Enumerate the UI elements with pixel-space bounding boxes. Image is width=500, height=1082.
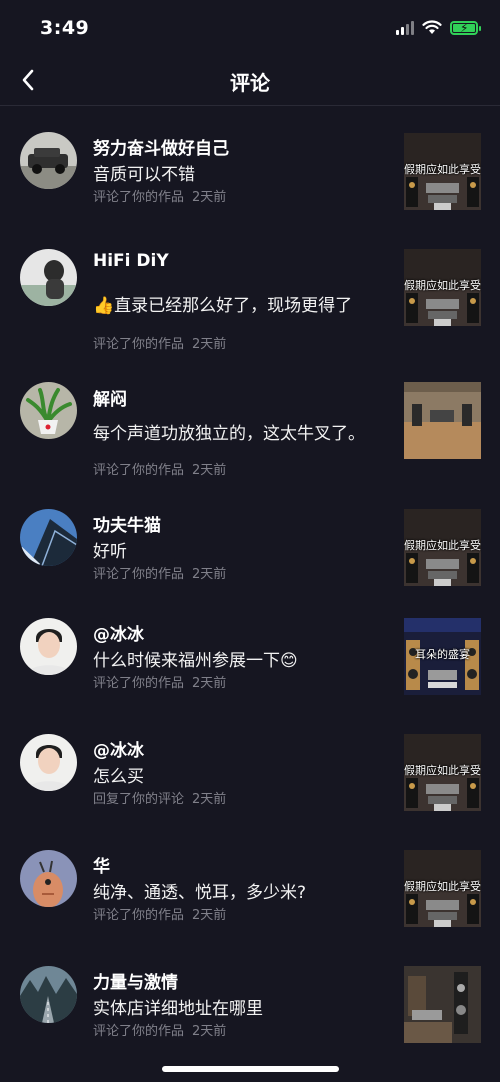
comment-time: 2天前	[192, 463, 227, 478]
status-icons: ⚡	[396, 20, 481, 35]
comment-text: 音质可以不错	[93, 165, 195, 185]
comment-action: 评论了你的作品	[93, 463, 185, 478]
comment-text: 直录已经那么好了，现场更得了	[114, 296, 353, 316]
commenter-name[interactable]: @冰冰	[93, 620, 144, 645]
comment-meta: 回复了你的评论 2天前	[93, 788, 226, 807]
hifi-room-thumb[interactable]: 假期应如此享受	[404, 734, 481, 811]
battery-icon: ⚡	[450, 20, 481, 35]
thumb-caption: 假期应如此享受	[404, 539, 481, 552]
comment-meta: 评论了你的作品 2天前	[93, 563, 226, 582]
cellular-signal-icon	[396, 20, 414, 35]
comment-list[interactable]: 努力奋斗做好自己 音质可以不错 评论了你的作品 2天前 假期应如此享受 HiFi…	[0, 116, 500, 1074]
comment-action: 评论了你的作品	[93, 567, 185, 582]
list-item[interactable]: HiFi DiY 👍直录已经那么好了，现场更得了 评论了你的作品 2天前 假期应如…	[0, 233, 500, 367]
smile-emoji-icon: 😊	[280, 651, 298, 671]
thumb-caption: 假期应如此享受	[404, 764, 481, 777]
commenter-name[interactable]: 力量与激情	[93, 968, 178, 993]
comment-action: 评论了你的作品	[93, 1024, 185, 1039]
comment-action: 评论了你的作品	[93, 337, 185, 352]
comment-meta: 评论了你的作品 2天前	[93, 459, 226, 478]
comment-time: 2天前	[192, 792, 227, 807]
comment-meta: 评论了你的作品 2天前	[93, 672, 226, 691]
comment-text: 什么时候来福州参展一下	[93, 651, 280, 671]
hifi-room-thumb[interactable]: 假期应如此享受	[404, 850, 481, 927]
comment-time: 2天前	[192, 908, 227, 923]
comment-action: 回复了你的评论	[93, 792, 185, 807]
commenter-name[interactable]: 华	[93, 852, 110, 877]
building-avatar[interactable]	[20, 509, 77, 566]
comment-time: 2天前	[192, 567, 227, 582]
comment-text-line: 👍直录已经那么好了，现场更得了	[93, 291, 352, 316]
comment-action: 评论了你的作品	[93, 908, 185, 923]
cartoon-avatar[interactable]	[20, 850, 77, 907]
comment-text: 怎么买	[93, 767, 144, 787]
comment-action: 评论了你的作品	[93, 190, 185, 205]
person-avatar[interactable]	[20, 249, 77, 306]
comment-meta: 评论了你的作品 2天前	[93, 1020, 226, 1039]
status-bar: 3:49 ⚡	[0, 0, 500, 56]
thumbs-up-icon: 👍	[93, 296, 115, 316]
list-item[interactable]: 力量与激情 实体店详细地址在哪里 评论了你的作品 2天前	[0, 958, 500, 1074]
comment-text-line: 什么时候来福州参展一下😊	[93, 646, 298, 671]
workshop-thumb[interactable]	[404, 966, 481, 1043]
road-avatar[interactable]	[20, 966, 77, 1023]
comment-time: 2天前	[192, 337, 227, 352]
plant-avatar[interactable]	[20, 382, 77, 439]
commenter-name[interactable]: HiFi DiY	[93, 251, 169, 271]
man-avatar[interactable]	[20, 734, 77, 791]
list-item[interactable]: 功夫牛猫 好听 评论了你的作品 2天前 假期应如此享受	[0, 493, 500, 610]
page-title: 评论	[230, 71, 270, 95]
list-item[interactable]: 华 纯净、通透、悦耳，多少米? 评论了你的作品 2天前 假期应如此享受	[0, 842, 500, 958]
speaker-thumb[interactable]: 耳朵的盛宴	[404, 618, 481, 695]
comment-meta: 评论了你的作品 2天前	[93, 333, 226, 352]
comment-text: 实体店详细地址在哪里	[93, 999, 263, 1019]
commenter-name[interactable]: 解闷	[93, 385, 127, 410]
list-item[interactable]: @冰冰 怎么买 回复了你的评论 2天前 假期应如此享受	[0, 726, 500, 842]
wood-room-thumb[interactable]	[404, 382, 481, 459]
car-avatar[interactable]	[20, 132, 77, 189]
comment-meta: 评论了你的作品 2天前	[93, 186, 226, 205]
commenter-name[interactable]: 努力奋斗做好自己	[93, 134, 229, 159]
thumb-caption: 假期应如此享受	[404, 279, 481, 292]
hifi-room-thumb[interactable]: 假期应如此享受	[404, 133, 481, 210]
list-item[interactable]: 努力奋斗做好自己 音质可以不错 评论了你的作品 2天前 假期应如此享受	[0, 116, 500, 233]
thumb-caption: 假期应如此享受	[404, 880, 481, 893]
hifi-room-thumb[interactable]: 假期应如此享受	[404, 249, 481, 326]
comment-text: 纯净、通透、悦耳，多少米?	[93, 883, 307, 903]
comment-time: 2天前	[192, 1024, 227, 1039]
list-item[interactable]: @冰冰 什么时候来福州参展一下😊 评论了你的作品 2天前 耳朵的盛宴	[0, 610, 500, 726]
commenter-name[interactable]: 功夫牛猫	[93, 511, 161, 536]
hifi-room-thumb[interactable]: 假期应如此享受	[404, 509, 481, 586]
man-avatar[interactable]	[20, 618, 77, 675]
thumb-caption: 假期应如此享受	[404, 163, 481, 176]
home-indicator	[162, 1066, 339, 1072]
comment-time: 2天前	[192, 190, 227, 205]
comment-text: 好听	[93, 542, 127, 562]
nav-bar: 评论	[0, 56, 500, 106]
list-item[interactable]: 解闷 每个声道功放独立的，这太牛叉了。 评论了你的作品 2天前	[0, 367, 500, 493]
status-time: 3:49	[40, 17, 90, 39]
comment-time: 2天前	[192, 676, 227, 691]
comment-action: 评论了你的作品	[93, 676, 185, 691]
wifi-icon	[422, 20, 442, 34]
thumb-caption: 耳朵的盛宴	[415, 648, 470, 661]
commenter-name[interactable]: @冰冰	[93, 736, 144, 761]
comment-text: 每个声道功放独立的，这太牛叉了。	[93, 424, 365, 444]
comment-meta: 评论了你的作品 2天前	[93, 904, 226, 923]
